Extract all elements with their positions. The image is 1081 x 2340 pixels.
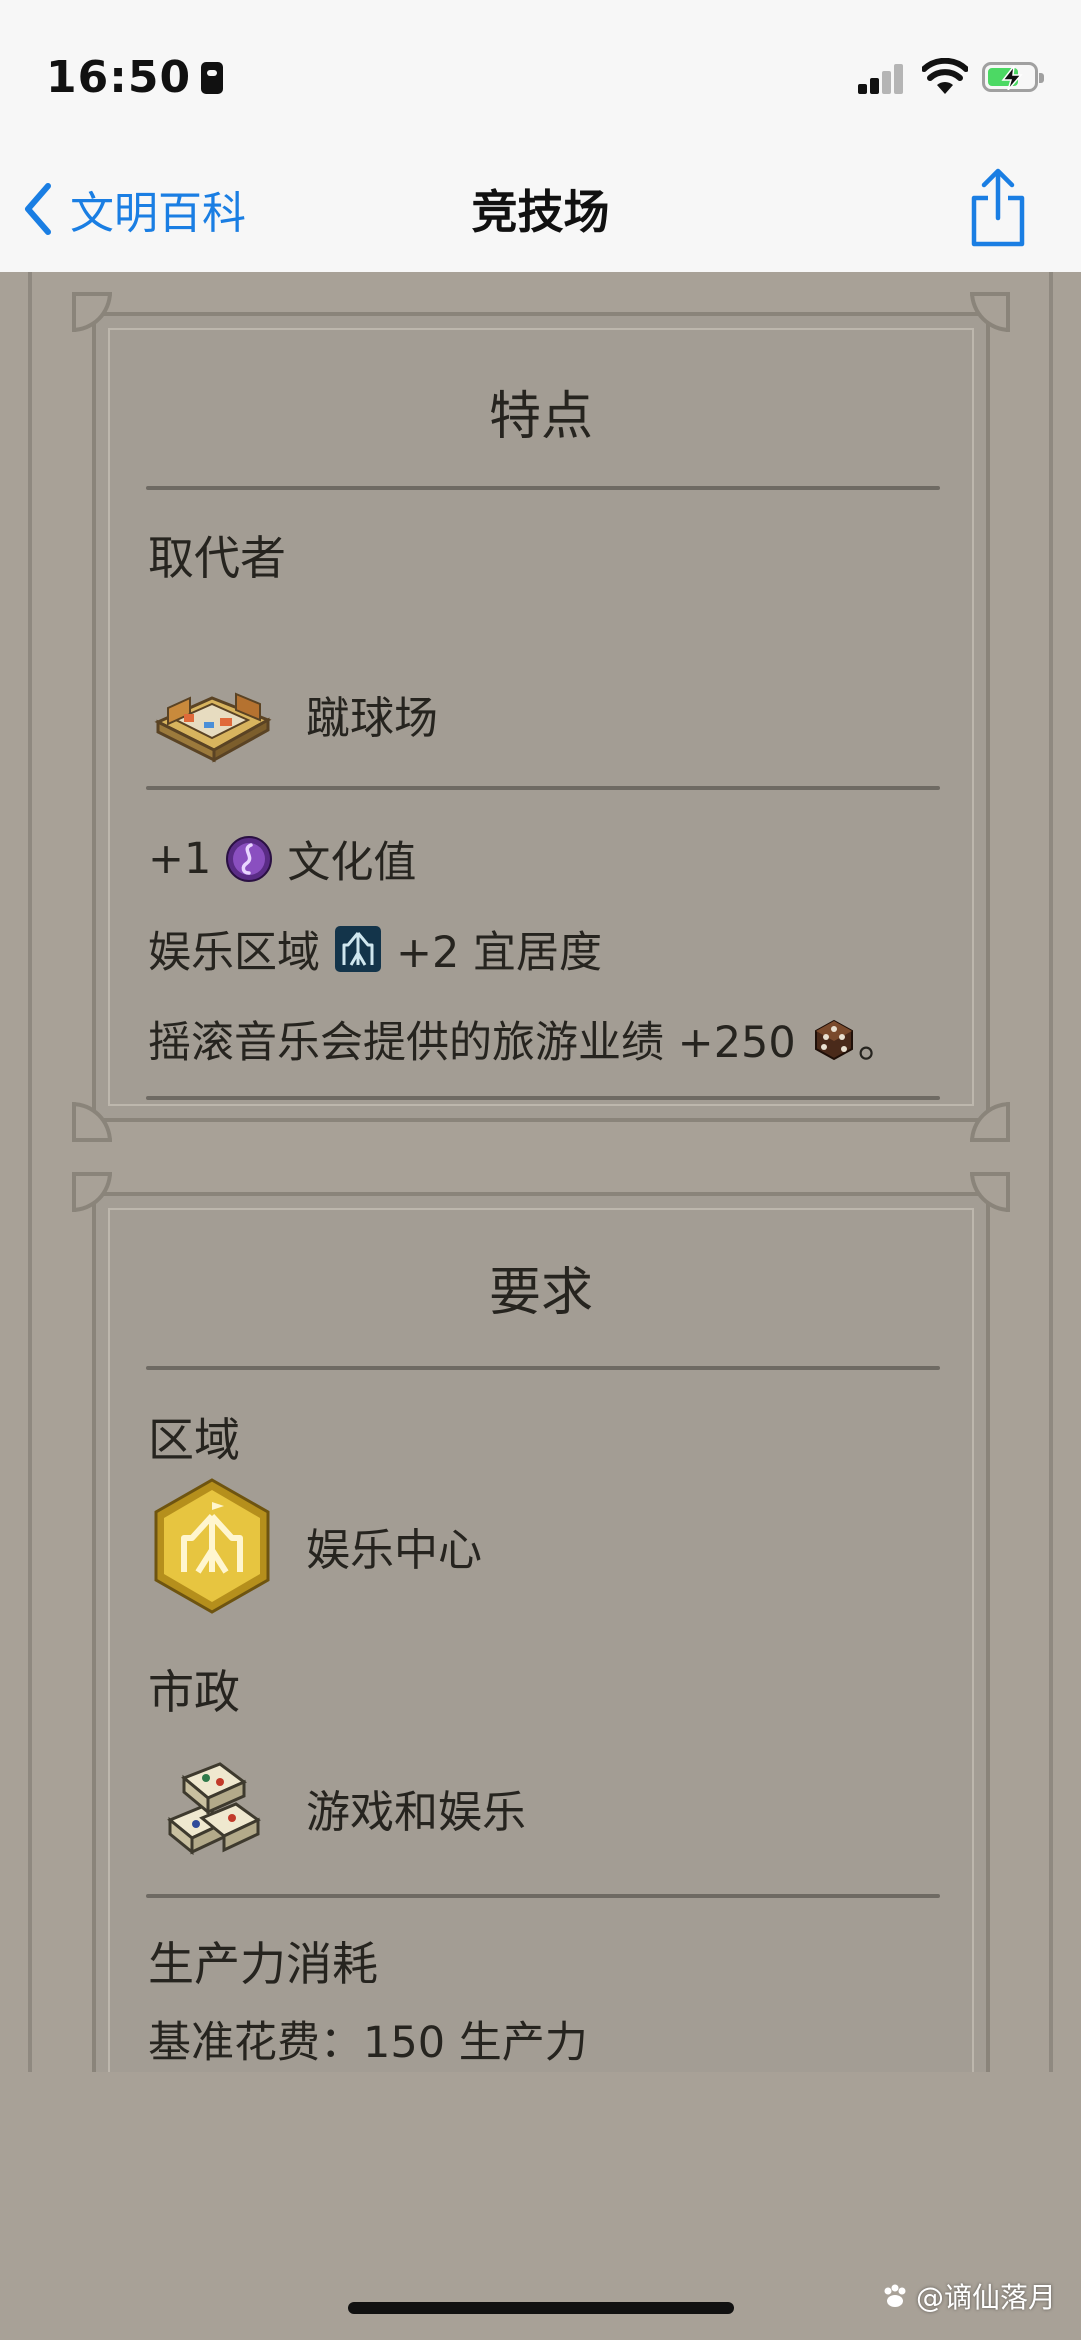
- features-panel: 特点 取代者 蹴球场 +1 文化值 娱乐区域 +2 宜居度 摇滚音乐会提供的旅游…: [72, 292, 1010, 1142]
- home-indicator[interactable]: [348, 2302, 734, 2314]
- replacer-item-name: 蹴球场: [306, 693, 438, 744]
- divider: [146, 1894, 940, 1898]
- battery-icon: [982, 62, 1044, 92]
- replacer-label: 取代者: [148, 531, 286, 585]
- civic-item-link[interactable]: 游戏和娱乐: [148, 1748, 526, 1868]
- requirements-title: 要求: [488, 1263, 593, 1323]
- watermark: @谪仙落月: [880, 2276, 1056, 2316]
- district-item-name: 娱乐中心: [306, 1525, 482, 1576]
- production-cost-line: 基准花费：150 生产力: [148, 2018, 588, 2068]
- district-item-link[interactable]: 娱乐中心: [148, 1478, 482, 1614]
- contact-badge-icon: [201, 62, 224, 94]
- tourism-icon: [814, 1019, 853, 1061]
- clock: 16:50: [46, 52, 224, 103]
- entertainment-complex-icon: [154, 1478, 270, 1614]
- wifi-icon: [922, 58, 968, 94]
- divider: [146, 1096, 940, 1100]
- district-label: 区域: [148, 1413, 240, 1467]
- divider: [146, 1366, 940, 1370]
- civic-item-name: 游戏和娱乐: [306, 1787, 526, 1838]
- page-title: 竞技场: [471, 185, 610, 239]
- civic-label: 市政: [148, 1665, 240, 1719]
- production-label: 生产力消耗: [148, 1937, 378, 1991]
- requirements-panel: 要求 区域 娱乐中心 市政 游戏和娱乐 生产力消耗 基准花费：150 生产力: [72, 1172, 1010, 2072]
- stadium-building-icon: [154, 692, 272, 763]
- mahjong-tiles-icon: [167, 1762, 261, 1856]
- culture-icon: [226, 836, 273, 882]
- features-title: 特点: [488, 387, 593, 447]
- divider: [146, 786, 940, 790]
- paw-icon: [884, 2284, 906, 2307]
- entertainment-district-icon: [335, 926, 381, 972]
- encyclopedia-content[interactable]: 特点 取代者 蹴球场 +1 文化值 娱乐区域 +2 宜居度 摇滚音乐会提供的旅游…: [0, 272, 1081, 2072]
- replacer-item-link[interactable]: 蹴球场: [148, 654, 438, 774]
- status-bar: 16:50: [0, 0, 1081, 150]
- navigation-bar: 文明百科 竞技场: [0, 150, 1081, 273]
- amenity-line: 娱乐区域 +2 宜居度: [148, 918, 602, 980]
- cellular-signal-icon: [858, 62, 904, 94]
- tourism-line: 摇滚音乐会提供的旅游业绩 +250 。: [148, 1008, 901, 1070]
- culture-yield-line: +1 文化值: [148, 834, 417, 888]
- share-icon[interactable]: [966, 168, 1030, 248]
- divider: [146, 486, 940, 490]
